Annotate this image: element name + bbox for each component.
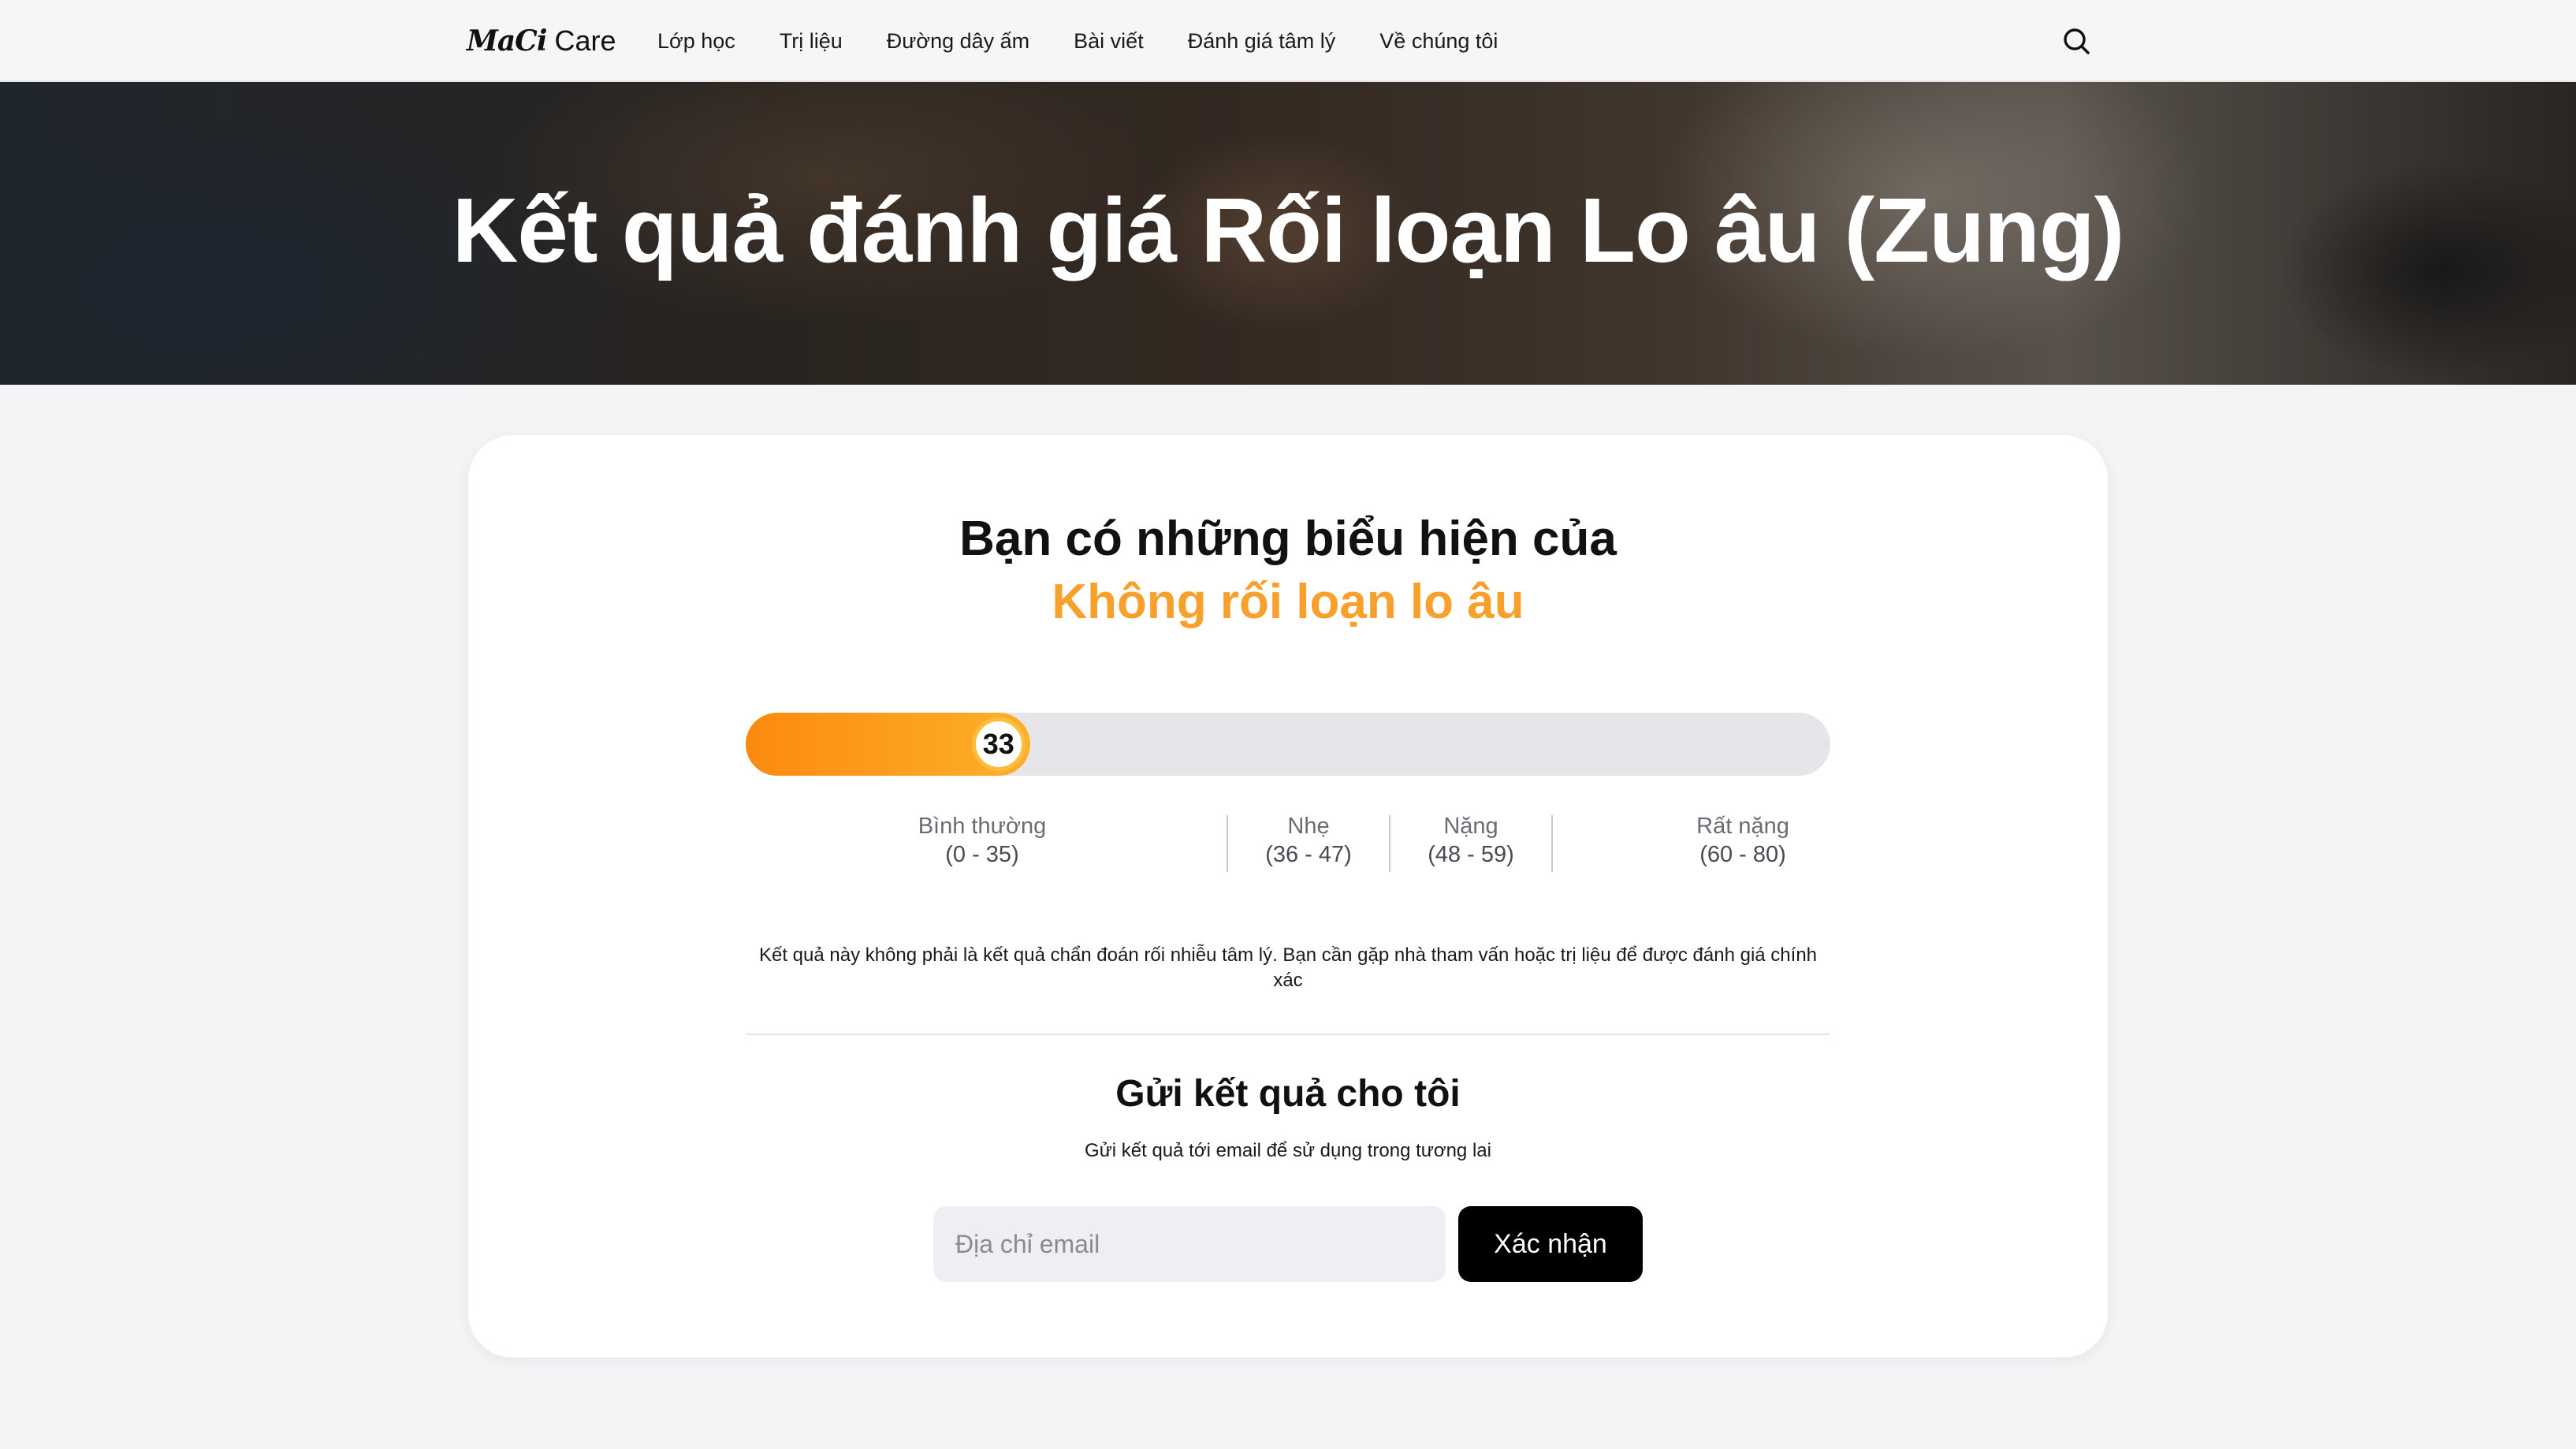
result-value: Không rối loạn lo âu (1052, 575, 1524, 629)
main-nav: Lớp học Trị liệu Đường dây ấm Bài viết Đ… (657, 25, 1498, 57)
result-heading: Bạn có những biểu hiện của (959, 512, 1617, 566)
level-normal: Bình thường (0 - 35) (872, 812, 1093, 875)
confirm-button[interactable]: Xác nhận (1458, 1206, 1643, 1282)
search-icon (2064, 28, 2090, 54)
email-field[interactable] (933, 1206, 1446, 1282)
logo-mark: MaCi (467, 24, 548, 58)
level-normal-name: Bình thường (918, 814, 1047, 839)
logo-word: Care (554, 24, 616, 57)
level-mild-name: Nhẹ (1287, 814, 1330, 839)
level-severe-range: (48 - 59) (1428, 842, 1514, 867)
severity-levels: Bình thường (0 - 35) Nhẹ (36 - 47) Nặng … (746, 812, 1830, 875)
send-result-title: Gửi kết quả cho tôi (1115, 1073, 1461, 1115)
score-badge: 33 (971, 717, 1026, 771)
nav-item-therapy[interactable]: Trị liệu (780, 25, 843, 57)
nav-item-articles[interactable]: Bài viết (1074, 25, 1144, 57)
disclaimer-text: Kết quả này không phải là kết quả chẩn đ… (758, 944, 1818, 991)
nav-item-classes[interactable]: Lớp học (657, 25, 735, 57)
level-very-severe-range: (60 - 80) (1699, 842, 1786, 867)
level-divider (1551, 815, 1553, 872)
hero-banner: Kết quả đánh giá Rối loạn Lo âu (Zung) (0, 82, 2576, 385)
nav-item-hotline[interactable]: Đường dây ấm (887, 25, 1029, 57)
level-mild-range: (36 - 47) (1265, 842, 1352, 867)
level-very-severe: Rất nặng (60 - 80) (1652, 812, 1833, 875)
score-scale-bar: 33 (746, 713, 1830, 776)
level-severe-name: Nặng (1443, 814, 1498, 839)
search-button[interactable] (2060, 25, 2092, 57)
page-title: Kết quả đánh giá Rối loạn Lo âu (Zung) (452, 179, 2125, 281)
nav-item-assessment[interactable]: Đánh giá tâm lý (1188, 25, 1336, 57)
section-divider (746, 1034, 1830, 1035)
level-severe: Nặng (48 - 59) (1390, 812, 1551, 875)
top-navigation-bar: MaCi Care Lớp học Trị liệu Đường dây ấm B… (0, 0, 2576, 82)
nav-item-about[interactable]: Về chúng tôi (1379, 25, 1498, 57)
logo[interactable]: MaCi Care (467, 20, 616, 61)
level-normal-range: (0 - 35) (945, 842, 1019, 867)
result-card: Bạn có những biểu hiện của Không rối loạ… (468, 435, 2108, 1358)
level-mild: Nhẹ (36 - 47) (1228, 812, 1389, 875)
level-very-severe-name: Rất nặng (1696, 814, 1789, 839)
send-result-subtitle: Gửi kết quả tới email để sử dụng trong t… (1085, 1140, 1491, 1161)
